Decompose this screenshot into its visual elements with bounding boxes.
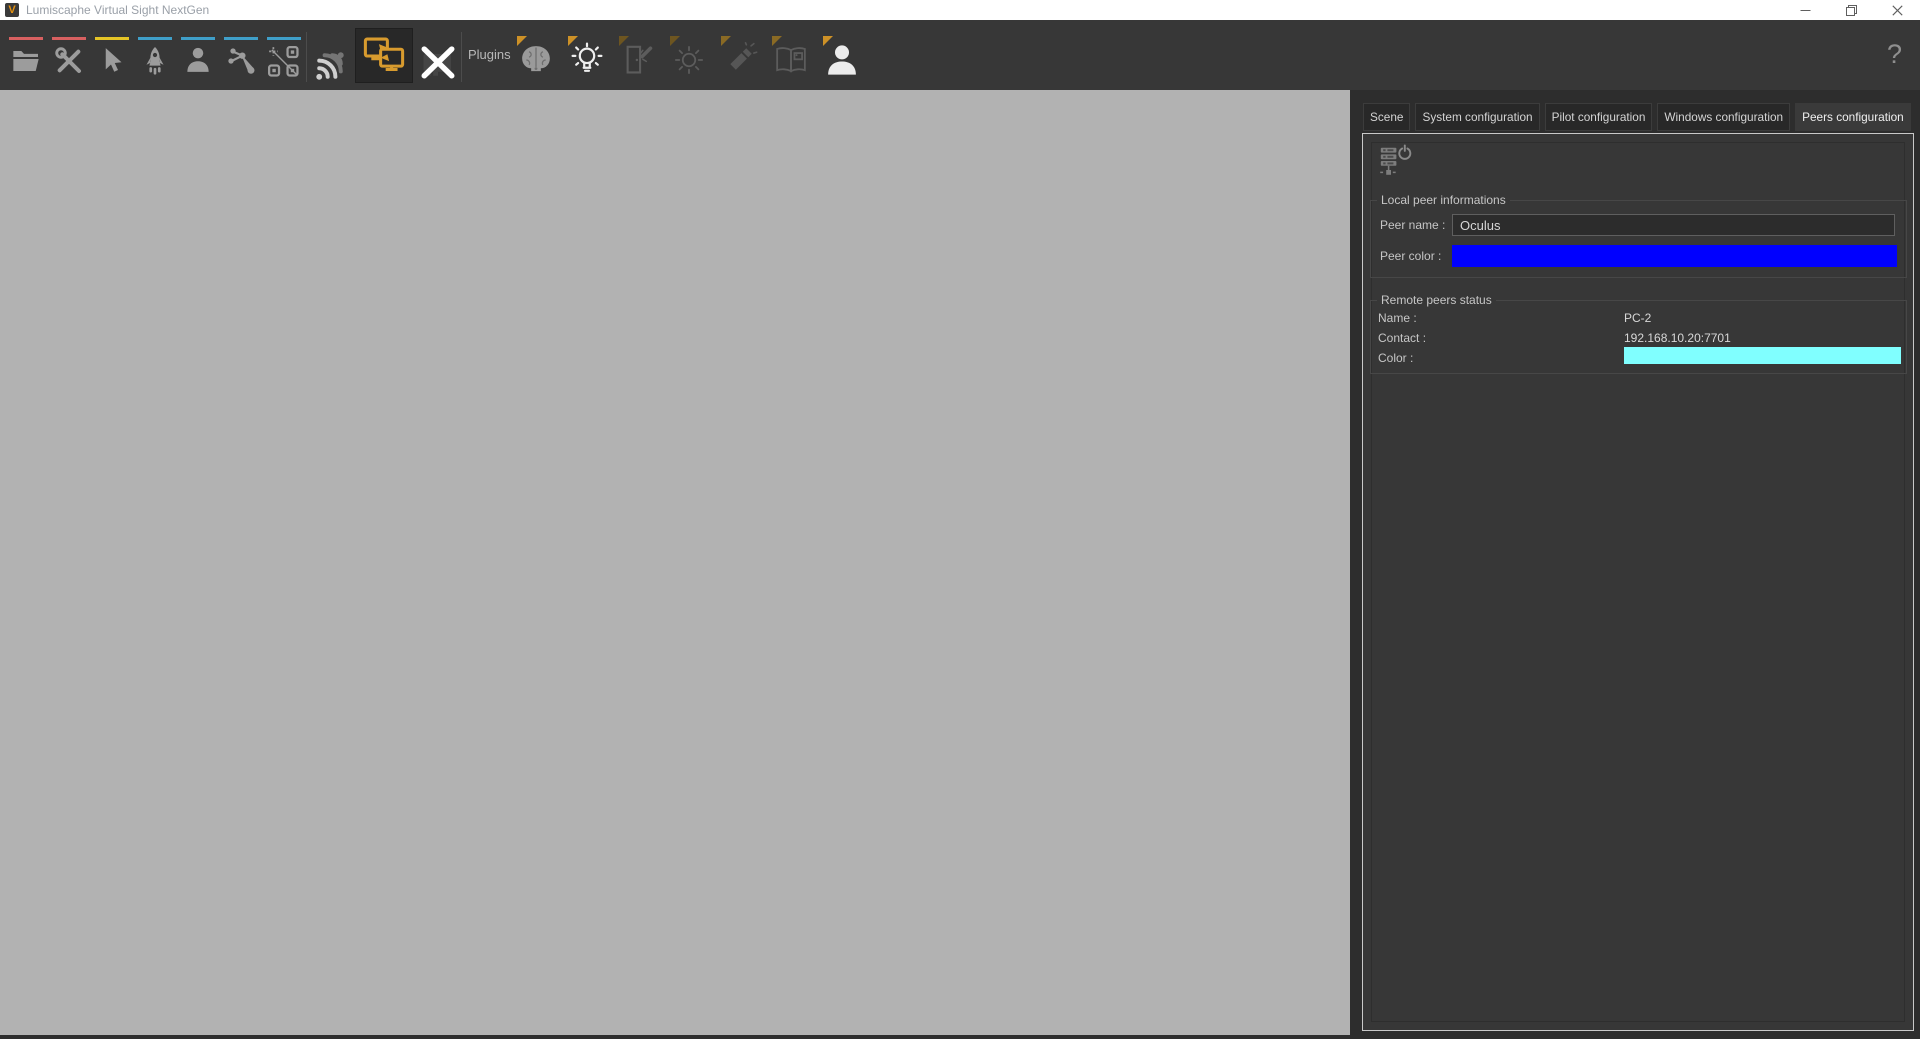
peer-color-label: Peer color : — [1380, 249, 1441, 263]
tracking-markers-button[interactable] — [267, 37, 301, 85]
local-peer-group-title: Local peer informations — [1377, 193, 1510, 208]
remote-peers-group-title: Remote peers status — [1377, 293, 1496, 308]
server-power-icon — [1376, 144, 1412, 178]
avatar-button[interactable] — [823, 36, 861, 84]
restore-icon — [1846, 5, 1857, 16]
plugin-badge — [721, 36, 731, 46]
tab-system-configuration[interactable]: System configuration — [1415, 103, 1539, 131]
minimize-icon — [1800, 5, 1811, 16]
peer-color-swatch[interactable] — [1452, 245, 1897, 267]
vr-headset-button[interactable] — [517, 36, 555, 84]
main-area: Scene System configuration Pilot configu… — [0, 90, 1920, 1039]
peer-name-label: Peer name : — [1380, 218, 1445, 232]
plugin-badge — [619, 36, 629, 46]
window-controls — [1782, 0, 1920, 20]
flashlight-icon — [722, 42, 758, 78]
toolbar-separator — [306, 32, 307, 82]
remote-contact-label: Contact : — [1378, 331, 1426, 345]
config-tabs: Scene System configuration Pilot configu… — [1363, 103, 1911, 131]
tab-peers-configuration[interactable]: Peers configuration — [1795, 103, 1911, 131]
book-icon — [773, 42, 809, 78]
mode-underline — [9, 37, 43, 40]
plugin-badge — [568, 36, 578, 46]
wifi-icon — [310, 44, 350, 88]
rocket-icon — [139, 45, 171, 77]
remote-name-label: Name : — [1378, 311, 1417, 325]
peer-server-power-button[interactable] — [1376, 144, 1412, 178]
broadcast-button[interactable] — [310, 44, 350, 88]
remote-name-value: PC-2 — [1624, 311, 1651, 325]
restore-button[interactable] — [1828, 0, 1874, 20]
folder-icon — [10, 45, 42, 77]
select-button[interactable] — [95, 37, 129, 85]
screens-sync-button[interactable] — [355, 28, 413, 83]
app-logo-icon: V — [5, 3, 19, 17]
remote-peers-group: Remote peers status Name : PC-2 Contact … — [1370, 300, 1907, 374]
close-button[interactable] — [1874, 0, 1920, 20]
person-icon — [183, 45, 213, 75]
mode-button-group — [9, 37, 301, 85]
peer-name-input[interactable] — [1452, 214, 1895, 236]
mode-underline — [138, 37, 172, 40]
monitors-sync-icon — [362, 34, 406, 78]
cursor-icon — [97, 45, 127, 75]
flashlight-button[interactable] — [721, 36, 759, 84]
peers-configuration-panel: Local peer informations Peer name : Peer… — [1362, 133, 1914, 1031]
mode-underline — [267, 37, 301, 40]
lookbook-button[interactable] — [772, 36, 810, 84]
remote-contact-value: 192.168.10.20:7701 — [1624, 331, 1731, 345]
door-icon — [620, 42, 656, 78]
headset-icon — [518, 42, 554, 78]
3d-viewport[interactable] — [0, 90, 1350, 1035]
nodes-icon — [225, 45, 257, 77]
skeleton-button[interactable] — [224, 37, 258, 85]
tools-button[interactable] — [52, 37, 86, 85]
disconnect-button[interactable] — [417, 40, 459, 84]
window-title: Lumiscaphe Virtual Sight NextGen — [26, 0, 209, 20]
navigation-button[interactable] — [138, 37, 172, 85]
plugin-badge — [772, 36, 782, 46]
sun-icon — [671, 42, 707, 78]
mode-underline — [52, 37, 86, 40]
help-button[interactable]: ? — [1887, 34, 1902, 74]
mode-underline — [181, 37, 215, 40]
main-toolbar: Plugins — [0, 20, 1920, 90]
plugin-badge — [670, 36, 680, 46]
x-icon — [417, 40, 459, 84]
markers-icon — [267, 45, 301, 79]
doors-button[interactable] — [619, 36, 657, 84]
toolbar-separator — [461, 32, 462, 82]
titlebar: V Lumiscaphe Virtual Sight NextGen — [0, 0, 1920, 20]
avatar-mode-button[interactable] — [181, 37, 215, 85]
plugin-button-group — [517, 36, 861, 84]
tools-icon — [53, 45, 85, 77]
minimize-button[interactable] — [1782, 0, 1828, 20]
lightbulb-icon — [569, 42, 605, 78]
local-peer-group: Local peer informations Peer name : Peer… — [1370, 200, 1907, 278]
side-panel-area: Scene System configuration Pilot configu… — [1350, 90, 1920, 1039]
tab-pilot-configuration[interactable]: Pilot configuration — [1545, 103, 1653, 131]
ambient-light-button[interactable] — [670, 36, 708, 84]
mode-underline — [95, 37, 129, 40]
plugin-badge — [517, 36, 527, 46]
plugin-badge — [823, 36, 833, 46]
remote-color-swatch — [1624, 347, 1901, 364]
tab-windows-configuration[interactable]: Windows configuration — [1657, 103, 1790, 131]
close-icon — [1892, 5, 1903, 16]
tab-scene[interactable]: Scene — [1363, 103, 1410, 131]
remote-color-label: Color : — [1378, 351, 1413, 365]
open-scene-button[interactable] — [9, 37, 43, 85]
mode-underline — [224, 37, 258, 40]
lighting-button[interactable] — [568, 36, 606, 84]
plugins-label: Plugins — [468, 20, 511, 90]
